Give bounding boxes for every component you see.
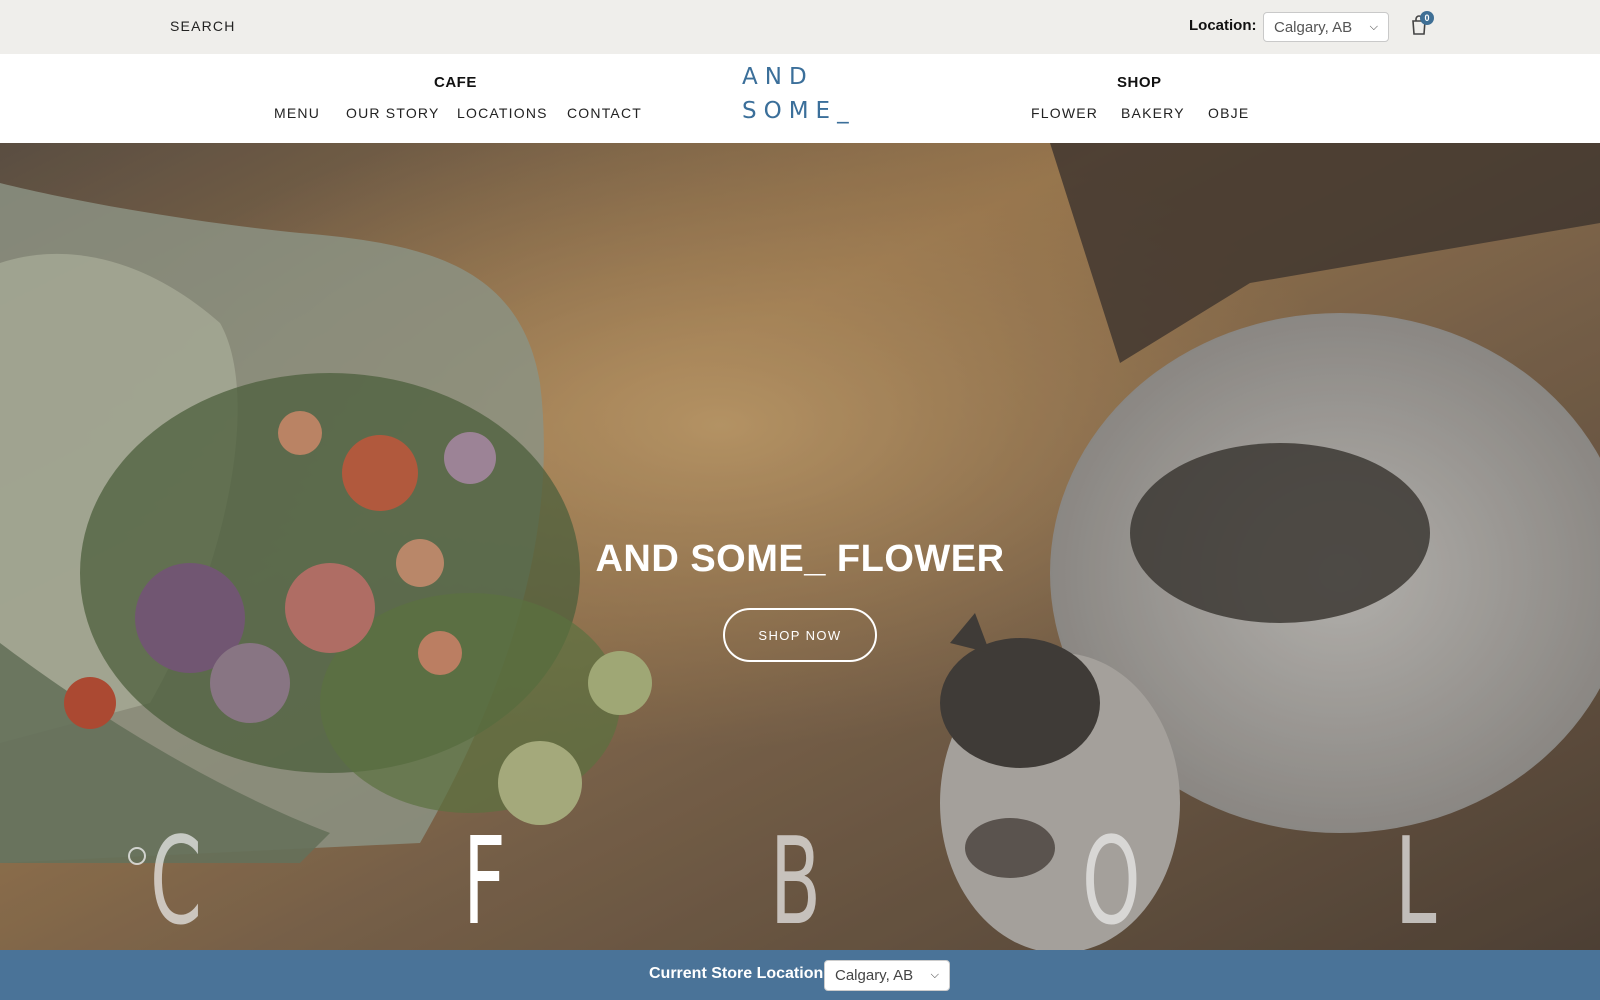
nav-contact[interactable]: CONTACT [567, 105, 642, 121]
nav-locations[interactable]: LOCATIONS [457, 105, 548, 121]
slide-indicator-dot[interactable] [128, 847, 146, 865]
nav-obje[interactable]: OBJE [1208, 105, 1249, 121]
location-select-value: Calgary, AB [1274, 18, 1353, 36]
logo-line-2: SOME_ [742, 98, 856, 124]
store-location-bar: Current Store Location: Calgary, AB ⌵ [0, 950, 1600, 1000]
hero-banner: AND SOME_ FLOWER SHOP NOW C F B O L [0, 143, 1600, 950]
nav-flower[interactable]: FLOWER [1031, 105, 1098, 121]
location-select[interactable]: Calgary, AB ⌵ [1263, 12, 1389, 42]
slide-letter-b[interactable]: B [770, 823, 821, 943]
cart-count-badge: 0 [1420, 11, 1434, 25]
nav-menu[interactable]: MENU [274, 105, 320, 121]
chevron-down-icon: ⌵ [930, 969, 939, 981]
hero-title: AND SOME_ FLOWER [595, 538, 1005, 580]
cafe-heading[interactable]: CAFE [434, 74, 477, 91]
shop-heading[interactable]: SHOP [1117, 74, 1162, 91]
slide-letter-l[interactable]: L [1395, 823, 1436, 943]
location-label: Location: [1189, 17, 1257, 34]
chevron-down-icon: ⌵ [1369, 20, 1378, 33]
slide-letter-c[interactable]: C [150, 823, 202, 943]
nav-our-story[interactable]: OUR STORY [346, 105, 440, 121]
logo-line-1: AND [742, 64, 814, 90]
nav-bakery[interactable]: BAKERY [1121, 105, 1185, 121]
store-location-value: Calgary, AB [835, 967, 914, 984]
main-header: CAFE MENU OUR STORY LOCATIONS CONTACT AN… [0, 54, 1600, 143]
store-location-label: Current Store Location: [649, 965, 829, 982]
search-link[interactable]: SEARCH [170, 18, 236, 34]
slide-letter-o[interactable]: O [1082, 823, 1141, 943]
store-location-select[interactable]: Calgary, AB ⌵ [824, 960, 950, 991]
utility-bar: SEARCH Location: Calgary, AB ⌵ 0 [0, 0, 1600, 54]
brand-logo[interactable]: AND SOME_ [742, 66, 856, 123]
shop-now-button[interactable]: SHOP NOW [723, 608, 877, 662]
slide-letter-f[interactable]: F [463, 823, 506, 943]
